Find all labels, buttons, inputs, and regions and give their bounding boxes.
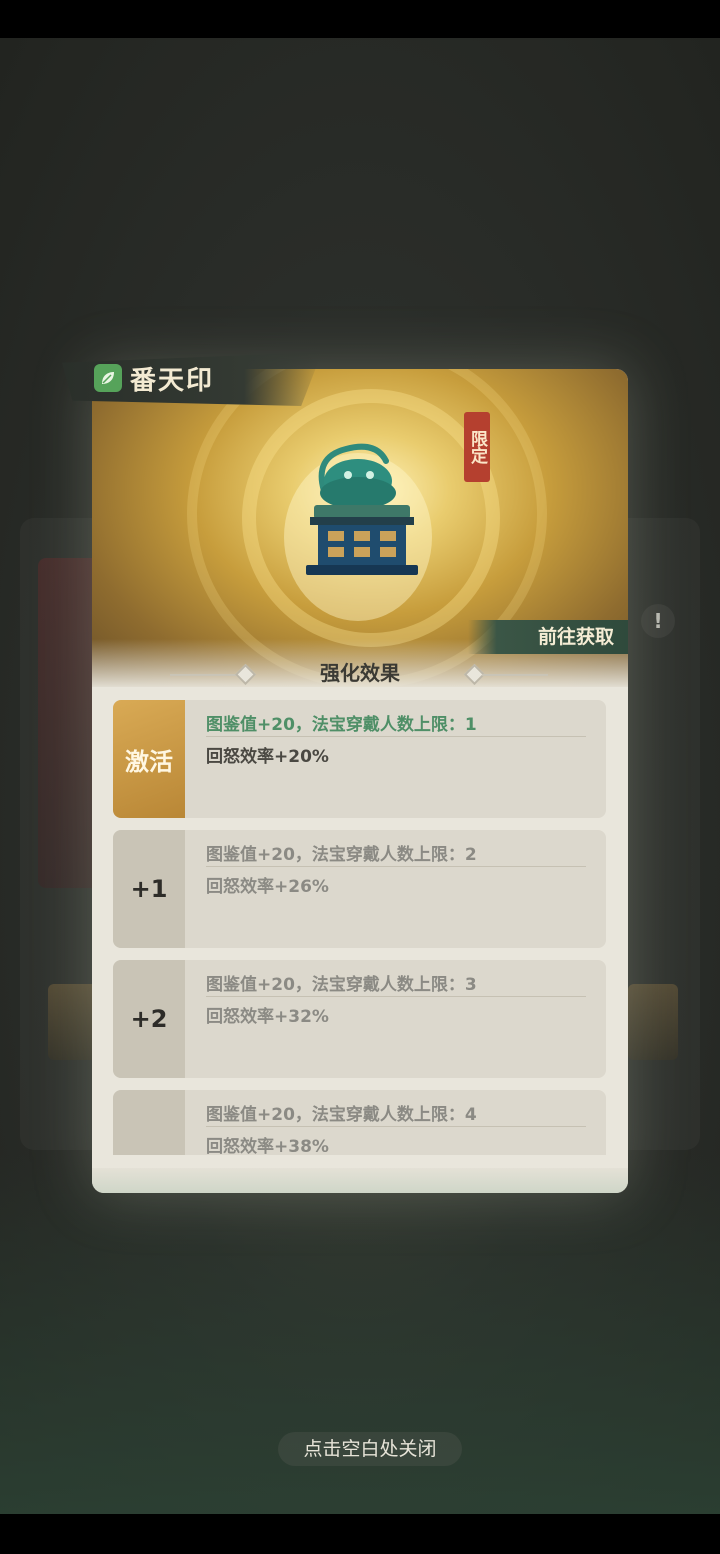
enhancement-row: +2 图鉴值+20，法宝穿戴人数上限：3 回怒效率+32% xyxy=(113,960,606,1078)
effect-line-secondary: 回怒效率+26% xyxy=(206,877,329,897)
background-thumbnail xyxy=(48,984,98,1060)
row-divider xyxy=(206,1126,586,1127)
level-tag: +1 xyxy=(113,830,185,948)
leaf-icon xyxy=(94,364,122,392)
effect-line-secondary: 回怒效率+20% xyxy=(206,747,329,767)
enhancement-row: +3 图鉴值+20，法宝穿戴人数上限：4 回怒效率+38% xyxy=(113,1090,606,1155)
row-divider xyxy=(206,996,586,997)
close-hint-button[interactable]: 点击空白处关闭 xyxy=(278,1432,462,1466)
effect-line-primary: 图鉴值+20，法宝穿戴人数上限：3 xyxy=(206,975,477,995)
row-divider xyxy=(206,736,586,737)
treasure-name: 番天印 xyxy=(130,366,215,396)
level-tag: 激活 xyxy=(113,700,185,818)
effect-line-primary: 图鉴值+20，法宝穿戴人数上限：1 xyxy=(206,715,477,735)
background-thumbnail xyxy=(628,984,678,1060)
level-tag: +3 xyxy=(113,1090,185,1155)
enhancement-list[interactable]: 激活 图鉴值+20，法宝穿戴人数上限：1 回怒效率+20% +1 图鉴值+20，… xyxy=(113,700,606,1155)
effect-line-primary: 图鉴值+20，法宝穿戴人数上限：4 xyxy=(206,1105,477,1125)
limited-badge: 限定 xyxy=(464,412,490,482)
effect-line-primary: 图鉴值+20，法宝穿戴人数上限：2 xyxy=(206,845,477,865)
row-divider xyxy=(206,866,586,867)
enhancement-row: 激活 图鉴值+20，法宝穿戴人数上限：1 回怒效率+20% xyxy=(113,700,606,818)
effect-line-secondary: 回怒效率+32% xyxy=(206,1007,329,1027)
effect-line-secondary: 回怒效率+38% xyxy=(206,1137,329,1155)
goto-obtain-button[interactable]: 前往获取 xyxy=(468,620,628,654)
modal-footer-decoration xyxy=(92,1168,628,1193)
enhancement-row: +1 图鉴值+20，法宝穿戴人数上限：2 回怒效率+26% xyxy=(113,830,606,948)
section-title: 强化效果 xyxy=(320,661,400,685)
alert-icon: ! xyxy=(641,604,675,638)
level-tag: +2 xyxy=(113,960,185,1078)
section-divider-right xyxy=(482,674,548,676)
